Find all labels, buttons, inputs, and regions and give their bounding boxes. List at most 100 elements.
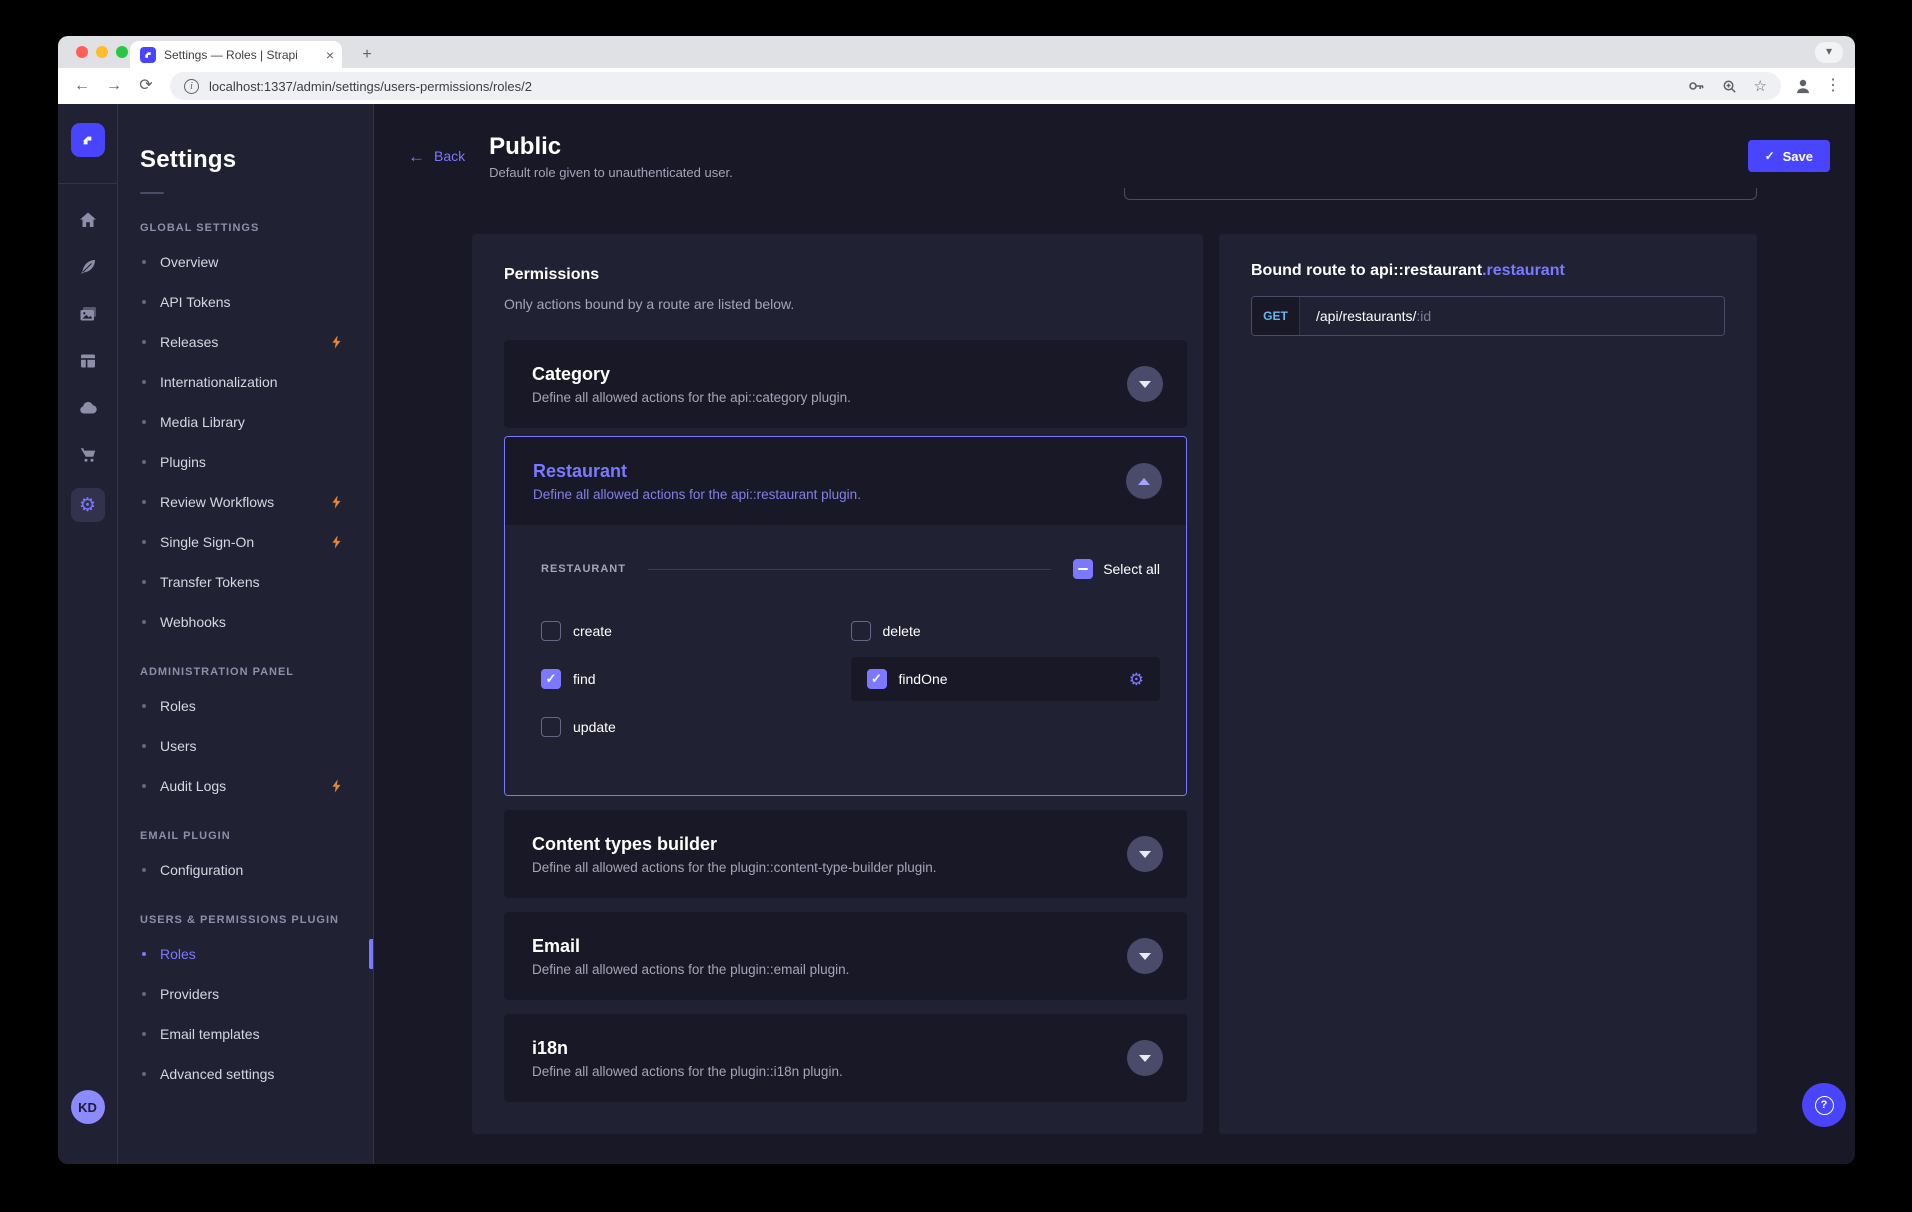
- subnav-item-up-roles[interactable]: Roles: [140, 934, 373, 974]
- bookmark-star-icon[interactable]: ☆: [1754, 79, 1767, 94]
- find-checkbox[interactable]: ✓: [541, 669, 561, 689]
- subnav-title-divider: [140, 192, 164, 194]
- browser-toolbar: ← → ⟳ i localhost:1337/admin/settings/us…: [58, 68, 1855, 104]
- chevron-down-button[interactable]: [1127, 366, 1163, 402]
- permissions-heading: Permissions: [504, 266, 1187, 284]
- permission-find[interactable]: ✓ find: [541, 655, 851, 703]
- permission-create[interactable]: create: [541, 607, 851, 655]
- tab-search-chevron-icon[interactable]: ▾: [1815, 42, 1843, 63]
- cropped-description-input[interactable]: [1124, 188, 1757, 200]
- user-avatar[interactable]: KD: [71, 1090, 105, 1124]
- accordion-restaurant-header[interactable]: Restaurant Define all allowed actions fo…: [505, 437, 1186, 525]
- section-heading-email-plugin: EMAIL PLUGIN: [140, 830, 373, 842]
- sidebar-item-settings-gear-icon[interactable]: ⚙: [71, 488, 105, 522]
- sidebar-item-marketplace-cart[interactable]: [74, 441, 102, 469]
- findone-settings-gear-icon[interactable]: ⚙: [1129, 671, 1144, 688]
- permission-update[interactable]: update: [541, 703, 851, 751]
- profile-icon[interactable]: [1793, 76, 1813, 96]
- subnav-item-webhooks[interactable]: Webhooks: [140, 602, 373, 642]
- main-content: ← Back Public Default role given to unau…: [374, 104, 1855, 1164]
- window-minimize-button[interactable]: [96, 46, 108, 58]
- findone-checkbox[interactable]: ✓: [867, 669, 887, 689]
- subnav-item-plugins[interactable]: Plugins: [140, 442, 373, 482]
- subnav-item-advanced-settings[interactable]: Advanced settings: [140, 1054, 373, 1094]
- main-icon-sidebar: ⚙ KD: [58, 104, 118, 1164]
- subnav-item-email-templates[interactable]: Email templates: [140, 1014, 373, 1054]
- accordion-ctb-header[interactable]: Content types builder Define all allowed…: [504, 810, 1187, 898]
- subnav-item-review-workflows[interactable]: Review Workflows: [140, 482, 373, 522]
- accordion-i18n-header[interactable]: i18n Define all allowed actions for the …: [504, 1014, 1187, 1102]
- lightning-badge-icon: [329, 534, 343, 550]
- bullet-icon: [142, 380, 146, 384]
- window-close-button[interactable]: [76, 46, 88, 58]
- browser-forward-button[interactable]: →: [98, 78, 130, 94]
- chevron-down-button[interactable]: [1127, 938, 1163, 974]
- accordion-category-header[interactable]: Category Define all allowed actions for …: [504, 340, 1187, 428]
- accordion-content-types-builder: Content types builder Define all allowed…: [504, 810, 1187, 898]
- subnav-item-overview[interactable]: Overview: [140, 242, 373, 282]
- subnav-item-media-library[interactable]: Media Library: [140, 402, 373, 442]
- browser-reload-button[interactable]: ⟳: [130, 78, 162, 94]
- chevron-down-button[interactable]: [1127, 1040, 1163, 1076]
- chevron-up-button[interactable]: [1126, 463, 1162, 499]
- subnav-item-internationalization[interactable]: Internationalization: [140, 362, 373, 402]
- save-button[interactable]: ✓ Save: [1748, 140, 1830, 172]
- sidebar-item-media-library[interactable]: [74, 300, 102, 328]
- back-link[interactable]: ← Back: [408, 148, 465, 165]
- sidebar-item-deploy-cloud[interactable]: [74, 394, 102, 422]
- site-info-icon[interactable]: i: [184, 79, 199, 94]
- subnav-item-admin-roles[interactable]: Roles: [140, 686, 373, 726]
- delete-checkbox[interactable]: [851, 621, 871, 641]
- bullet-icon: [142, 1032, 146, 1036]
- subnav-item-single-sign-on[interactable]: Single Sign-On: [140, 522, 373, 562]
- sidebar-item-content-type-builder[interactable]: [74, 347, 102, 375]
- chevron-up-icon: [1138, 478, 1150, 485]
- permission-findone[interactable]: ✓ findOne ⚙: [851, 657, 1161, 701]
- browser-tab[interactable]: Settings — Roles | Strapi ×: [130, 41, 342, 68]
- strapi-favicon-icon: [140, 47, 156, 63]
- bound-route-heading: Bound route to api::restaurant.restauran…: [1251, 262, 1725, 280]
- create-checkbox[interactable]: [541, 621, 561, 641]
- update-checkbox[interactable]: [541, 717, 561, 737]
- subnav-item-api-tokens[interactable]: API Tokens: [140, 282, 373, 322]
- strapi-logo[interactable]: [71, 123, 105, 157]
- macos-window-controls: [76, 46, 128, 58]
- section-heading-global: GLOBAL SETTINGS: [140, 222, 373, 234]
- bullet-icon: [142, 952, 146, 956]
- password-key-icon[interactable]: [1687, 77, 1705, 95]
- accordion-category: Category Define all allowed actions for …: [504, 340, 1187, 428]
- subnav-item-admin-users[interactable]: Users: [140, 726, 373, 766]
- restaurant-permissions-body: RESTAURANT Select all: [505, 525, 1186, 795]
- browser-back-button[interactable]: ←: [66, 78, 98, 94]
- tab-title: Settings — Roles | Strapi: [164, 48, 320, 62]
- sidebar-divider: [58, 183, 117, 184]
- route-path: /api/restaurants/:id: [1300, 297, 1724, 335]
- select-all-checkbox[interactable]: [1073, 559, 1093, 579]
- browser-window: Settings — Roles | Strapi × + ▾ ← → ⟳ i …: [58, 36, 1855, 1164]
- subnav-item-transfer-tokens[interactable]: Transfer Tokens: [140, 562, 373, 602]
- bullet-icon: [142, 260, 146, 264]
- page-header: ← Back Public Default role given to unau…: [374, 104, 1855, 188]
- accordion-email-header[interactable]: Email Define all allowed actions for the…: [504, 912, 1187, 1000]
- chevron-down-button[interactable]: [1127, 836, 1163, 872]
- select-all-control[interactable]: Select all: [1073, 559, 1160, 579]
- zoom-in-icon[interactable]: [1721, 78, 1738, 95]
- window-fullscreen-button[interactable]: [116, 46, 128, 58]
- subnav-item-releases[interactable]: Releases: [140, 322, 373, 362]
- bullet-icon: [142, 580, 146, 584]
- new-tab-button[interactable]: +: [356, 46, 378, 64]
- lightning-badge-icon: [329, 334, 343, 350]
- chevron-down-icon: [1139, 1055, 1151, 1062]
- address-bar[interactable]: i localhost:1337/admin/settings/users-pe…: [170, 72, 1781, 100]
- permission-delete[interactable]: delete: [851, 607, 1161, 655]
- tab-close-icon[interactable]: ×: [326, 48, 334, 62]
- sidebar-item-content-manager[interactable]: [74, 253, 102, 281]
- sidebar-item-home[interactable]: [74, 206, 102, 234]
- subnav-item-email-configuration[interactable]: Configuration: [140, 850, 373, 890]
- subnav-item-audit-logs[interactable]: Audit Logs: [140, 766, 373, 806]
- chevron-down-icon: [1139, 851, 1151, 858]
- subnav-item-providers[interactable]: Providers: [140, 974, 373, 1014]
- select-all-label: Select all: [1103, 561, 1160, 577]
- browser-menu-icon[interactable]: ⋮: [1817, 78, 1849, 94]
- help-button[interactable]: ?: [1802, 1083, 1846, 1127]
